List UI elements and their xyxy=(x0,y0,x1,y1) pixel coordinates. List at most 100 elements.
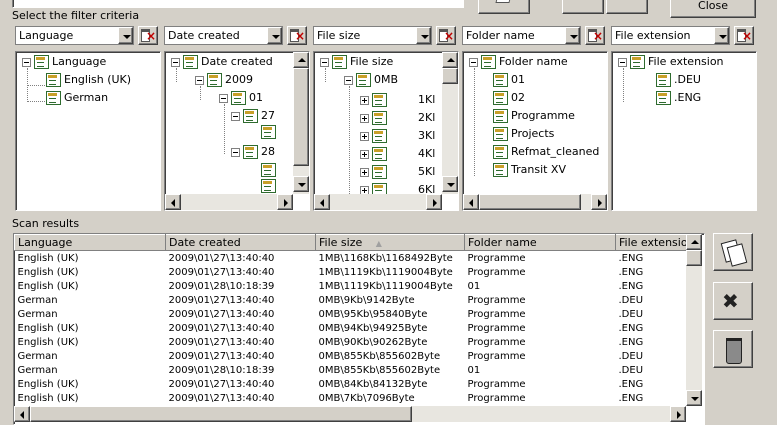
filter-combo-language[interactable]: Language xyxy=(15,26,134,45)
delete-button[interactable] xyxy=(713,330,753,368)
tree-node[interactable]: File extension xyxy=(618,55,724,71)
table-row[interactable]: English (UK) 2009\01\28\10:18:39 1MB\1119K… xyxy=(15,279,699,293)
horizontal-scrollbar[interactable] xyxy=(314,194,442,210)
table-row[interactable]: English (UK) 2009\01\27\13:40:40 0MB\84Kb\… xyxy=(15,377,699,391)
chevron-down-icon[interactable] xyxy=(267,27,282,44)
expand-icon[interactable] xyxy=(360,149,369,159)
column-header-size[interactable]: File size ▲ xyxy=(315,234,465,251)
tree-node[interactable]: Programme xyxy=(493,109,575,125)
tree-node[interactable]: 4Kl xyxy=(360,147,435,163)
vertical-scrollbar[interactable] xyxy=(442,52,458,194)
tree-node[interactable]: Language xyxy=(22,55,106,71)
collapse-icon[interactable] xyxy=(320,57,329,67)
tree-node[interactable]: 27 xyxy=(231,109,275,125)
filter-combo-date[interactable]: Date created xyxy=(164,26,283,45)
column-header-folder[interactable]: Folder name xyxy=(464,234,616,251)
tree-node[interactable]: 5Kl xyxy=(360,165,435,181)
collapse-icon[interactable] xyxy=(231,111,240,121)
horizontal-scrollbar[interactable] xyxy=(165,194,293,210)
clear-filter-date-button[interactable]: × xyxy=(287,26,307,45)
tree-node[interactable]: Projects xyxy=(493,127,554,143)
column-header-date[interactable]: Date created xyxy=(165,234,316,251)
copy-files-button[interactable] xyxy=(713,233,753,271)
tree-node[interactable]: 02 xyxy=(493,91,525,107)
scroll-right-button[interactable] xyxy=(426,194,442,210)
size-tree[interactable]: File size 0MB 1Kl 2Kl 3Kl 4Kl 5Kl 6Kl xyxy=(313,51,459,211)
tree-node[interactable]: 28 xyxy=(231,145,275,161)
scroll-thumb[interactable] xyxy=(442,68,458,84)
scroll-right-button[interactable] xyxy=(277,194,293,210)
collapse-icon[interactable] xyxy=(618,57,627,67)
tree-node[interactable]: File size xyxy=(320,55,393,71)
clear-filter-extension-button[interactable]: × xyxy=(734,26,754,45)
vertical-scrollbar[interactable] xyxy=(293,52,309,194)
tree-node[interactable]: .ENG xyxy=(656,91,701,107)
collapse-icon[interactable] xyxy=(469,57,478,67)
open-file-button[interactable] xyxy=(478,0,530,14)
tree-node[interactable]: 1Kl xyxy=(360,93,435,109)
path-input[interactable] xyxy=(12,0,464,8)
scroll-right-button[interactable] xyxy=(670,406,686,422)
table-row[interactable]: English (UK) 2009\01\27\13:40:40 0MB\7Kb\7… xyxy=(15,391,699,405)
scroll-left-button[interactable] xyxy=(14,406,30,422)
tree-node[interactable]: 2Kl xyxy=(360,111,435,127)
scroll-thumb[interactable] xyxy=(293,68,309,166)
tree-node[interactable]: .DEU xyxy=(656,73,701,89)
close-button[interactable]: Close xyxy=(670,0,756,18)
collapse-icon[interactable] xyxy=(219,93,228,103)
horizontal-scrollbar[interactable] xyxy=(14,406,686,422)
scroll-down-button[interactable] xyxy=(686,390,702,406)
tree-node[interactable]: English (UK) xyxy=(46,73,131,89)
scroll-down-button[interactable] xyxy=(293,176,309,192)
collapse-icon[interactable] xyxy=(22,57,31,67)
tree-node[interactable]: Transit XV xyxy=(493,163,566,179)
scroll-up-button[interactable] xyxy=(293,52,309,68)
table-row[interactable]: English (UK) 2009\01\27\13:40:40 0MB\94Kb\… xyxy=(15,321,699,335)
collapse-icon[interactable] xyxy=(171,57,180,67)
folder-tree[interactable]: Folder name 01 02 Programme Projects Ref… xyxy=(462,51,608,211)
import-button[interactable] xyxy=(606,0,648,14)
scroll-thumb[interactable] xyxy=(30,406,412,422)
tree-node[interactable]: 01 xyxy=(219,91,263,107)
filter-combo-extension[interactable]: File extension xyxy=(611,26,730,45)
table-row[interactable]: German 2009\01\27\13:40:40 0MB\855Kb\85560… xyxy=(15,349,699,363)
scroll-thumb[interactable] xyxy=(686,250,702,266)
expand-icon[interactable] xyxy=(360,131,369,141)
scroll-right-button[interactable] xyxy=(591,194,607,210)
clear-filter-folder-button[interactable]: × xyxy=(585,26,605,45)
collapse-icon[interactable] xyxy=(195,75,204,85)
expand-icon[interactable] xyxy=(360,113,369,123)
expand-icon[interactable] xyxy=(360,167,369,177)
results-grid[interactable]: Language Date created File size ▲ Folder… xyxy=(13,233,705,425)
table-row[interactable]: German 2009\01\27\13:40:40 0MB\95Kb\95840B… xyxy=(15,307,699,321)
date-tree[interactable]: Date created 2009 01 27 28 xyxy=(164,51,310,211)
table-row[interactable]: English (UK) 2009\01\27\13:40:40 1MB\1119K… xyxy=(15,265,699,279)
tree-node[interactable]: 2009 xyxy=(195,73,253,89)
table-row[interactable]: English (UK) 2009\01\27\13:40:40 0MB\90Kb\… xyxy=(15,335,699,349)
tree-node[interactable] xyxy=(261,125,279,141)
tree-node[interactable]: German xyxy=(46,91,108,107)
clear-filter-size-button[interactable]: × xyxy=(436,26,456,45)
table-row[interactable]: German 2009\01\27\13:40:40 0MB\9Kb\9142Byt… xyxy=(15,293,699,307)
column-header-language[interactable]: Language xyxy=(14,234,166,251)
export-button[interactable] xyxy=(562,0,604,14)
horizontal-scrollbar[interactable] xyxy=(463,194,607,210)
tree-node[interactable]: 0MB xyxy=(344,73,398,89)
chevron-down-icon[interactable] xyxy=(565,27,580,44)
scroll-down-button[interactable] xyxy=(442,176,458,192)
extension-tree[interactable]: File extension .DEU .ENG xyxy=(611,51,757,211)
chevron-down-icon[interactable] xyxy=(714,27,729,44)
filter-combo-folder[interactable]: Folder name xyxy=(462,26,581,45)
tree-node[interactable]: Folder name xyxy=(469,55,568,71)
collapse-icon[interactable] xyxy=(344,75,353,85)
table-row[interactable]: English (UK) 2009\01\27\13:40:40 1MB\1168K… xyxy=(15,251,699,266)
scroll-up-button[interactable] xyxy=(442,52,458,68)
language-tree[interactable]: Language English (UK) German xyxy=(15,51,161,211)
tree-node[interactable] xyxy=(261,179,279,195)
tools-button[interactable]: ✖ xyxy=(713,282,753,320)
clear-filter-language-button[interactable]: × xyxy=(138,26,158,45)
scroll-up-button[interactable] xyxy=(686,234,702,250)
table-row[interactable]: German 2009\01\28\10:18:39 0MB\855Kb\85560… xyxy=(15,363,699,377)
scroll-left-button[interactable] xyxy=(463,194,479,210)
chevron-down-icon[interactable] xyxy=(416,27,431,44)
